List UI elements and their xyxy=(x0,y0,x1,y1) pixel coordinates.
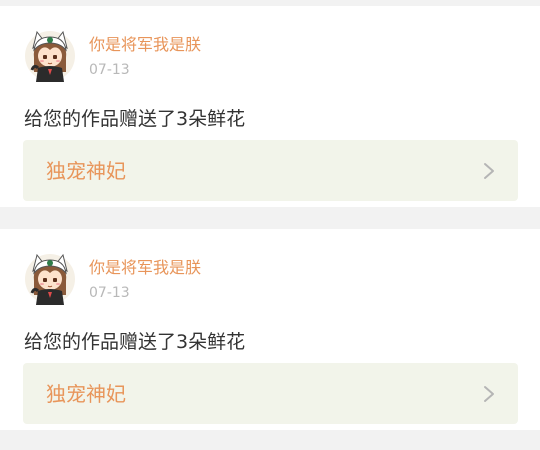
notification-message: 给您的作品赠送了3朵鲜花 xyxy=(24,108,246,130)
anime-girl-avatar-icon xyxy=(25,30,75,82)
user-avatar[interactable] xyxy=(24,28,76,86)
chevron-right-icon xyxy=(484,386,494,402)
work-link-card[interactable]: 独宠神妃 xyxy=(23,363,518,424)
username-link[interactable]: 你是将军我是朕 xyxy=(89,258,201,278)
user-avatar[interactable] xyxy=(24,251,76,309)
username-link[interactable]: 你是将军我是朕 xyxy=(89,35,201,55)
notification-card: 你是将军我是朕 07-13 给您的作品赠送了3朵鲜花 独宠神妃 xyxy=(0,229,540,430)
timestamp: 07-13 xyxy=(89,62,130,78)
notification-message: 给您的作品赠送了3朵鲜花 xyxy=(24,331,246,353)
notification-card: 你是将军我是朕 07-13 给您的作品赠送了3朵鲜花 独宠神妃 xyxy=(0,6,540,207)
timestamp: 07-13 xyxy=(89,285,130,301)
work-title: 独宠神妃 xyxy=(46,382,126,406)
chevron-right-icon xyxy=(484,163,494,179)
work-link-card[interactable]: 独宠神妃 xyxy=(23,140,518,201)
anime-girl-avatar-icon xyxy=(25,253,75,305)
work-title: 独宠神妃 xyxy=(46,159,126,183)
notification-feed: 你是将军我是朕 07-13 给您的作品赠送了3朵鲜花 独宠神妃 你是将军我是朕 … xyxy=(0,0,540,450)
